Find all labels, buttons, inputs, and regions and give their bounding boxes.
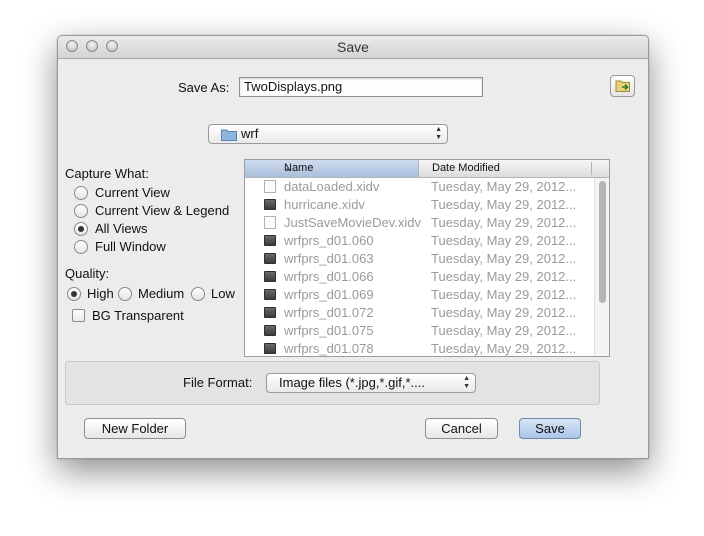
save-as-label: Save As: xyxy=(178,80,230,95)
file-format-popup[interactable]: Image files (*.jpg,*.gif,*.... ▲ ▼ xyxy=(266,373,476,393)
quality-option-label: Low xyxy=(211,286,235,301)
location-folder-name: wrf xyxy=(241,126,259,141)
file-name: wrfprs_d01.063 xyxy=(284,251,374,266)
file-name: dataLoaded.xidv xyxy=(284,179,380,194)
file-row[interactable]: wrfprs_d01.072 Tuesday, May 29, 2012... xyxy=(245,304,595,322)
quality-high-radio[interactable] xyxy=(67,287,81,301)
capture-current-view-legend-radio[interactable] xyxy=(74,204,88,218)
data-file-icon xyxy=(264,235,276,246)
file-row[interactable]: dataLoaded.xidv Tuesday, May 29, 2012... xyxy=(245,178,595,196)
sort-ascending-icon: ▲ xyxy=(284,164,292,173)
capture-current-view-radio[interactable] xyxy=(74,186,88,200)
date-modified-column-header[interactable]: Date Modified xyxy=(432,160,500,177)
cancel-button[interactable]: Cancel xyxy=(425,418,498,439)
file-browser-list[interactable]: Name ▲ Date Modified dataLoaded.xidv Tue… xyxy=(244,159,610,357)
file-row[interactable]: hurricane.xidv Tuesday, May 29, 2012... xyxy=(245,196,595,214)
document-icon xyxy=(264,216,276,229)
file-row[interactable]: JustSaveMovieDev.xidv Tuesday, May 29, 2… xyxy=(245,214,595,232)
data-file-icon xyxy=(264,307,276,318)
window-title: Save xyxy=(337,39,369,55)
save-button[interactable]: Save xyxy=(519,418,581,439)
popup-arrows-icon: ▲ ▼ xyxy=(435,126,442,141)
file-date: Tuesday, May 29, 2012... xyxy=(431,251,577,266)
data-file-icon xyxy=(264,253,276,264)
save-as-field[interactable]: TwoDisplays.png xyxy=(239,77,483,97)
file-row[interactable]: wrfprs_d01.066 Tuesday, May 29, 2012... xyxy=(245,268,595,286)
quality-low-radio[interactable] xyxy=(191,287,205,301)
data-file-icon xyxy=(264,343,276,354)
file-row[interactable]: wrfprs_d01.060 Tuesday, May 29, 2012... xyxy=(245,232,595,250)
bg-transparent-checkbox[interactable] xyxy=(72,309,85,322)
file-row[interactable]: wrfprs_d01.075 Tuesday, May 29, 2012... xyxy=(245,322,595,340)
file-date: Tuesday, May 29, 2012... xyxy=(431,233,577,248)
file-format-label: File Format: xyxy=(183,375,253,390)
file-list-scrollbar[interactable] xyxy=(594,178,609,356)
data-file-icon xyxy=(264,325,276,336)
file-date: Tuesday, May 29, 2012... xyxy=(431,287,577,302)
file-date: Tuesday, May 29, 2012... xyxy=(431,305,577,320)
file-row[interactable]: wrfprs_d01.069 Tuesday, May 29, 2012... xyxy=(245,286,595,304)
file-name: wrfprs_d01.072 xyxy=(284,305,374,320)
capture-option-label: Current View & Legend xyxy=(95,203,230,218)
file-row[interactable]: wrfprs_d01.078 Tuesday, May 29, 2012... xyxy=(245,340,595,356)
capture-option-label: Full Window xyxy=(95,239,166,254)
file-date: Tuesday, May 29, 2012... xyxy=(431,269,577,284)
file-name: wrfprs_d01.069 xyxy=(284,287,374,302)
quality-option-label: Medium xyxy=(138,286,185,301)
title-bar[interactable]: Save xyxy=(58,36,648,59)
file-name: wrfprs_d01.060 xyxy=(284,233,374,248)
data-file-icon xyxy=(264,289,276,300)
capture-full-window-radio[interactable] xyxy=(74,240,88,254)
scrollbar-thumb[interactable] xyxy=(599,181,606,303)
file-name: wrfprs_d01.078 xyxy=(284,341,374,356)
capture-option-label: All Views xyxy=(95,221,148,236)
column-divider xyxy=(591,162,592,175)
folder-icon xyxy=(221,129,237,141)
quality-option-label: High xyxy=(87,286,114,301)
file-format-value: Image files (*.jpg,*.gif,*.... xyxy=(279,375,425,390)
document-icon xyxy=(264,180,276,193)
capture-what-label: Capture What: xyxy=(65,166,149,181)
folder-arrow-icon xyxy=(615,80,630,92)
save-dialog: Save Save As: TwoDisplays.png wrf ▲ ▼ Cap… xyxy=(57,35,649,459)
file-name: JustSaveMovieDev.xidv xyxy=(284,215,422,230)
new-folder-icon-button[interactable] xyxy=(610,75,635,97)
capture-option-label: Current View xyxy=(95,185,170,200)
file-list-header: Name ▲ Date Modified xyxy=(245,160,609,178)
location-popup[interactable]: wrf ▲ ▼ xyxy=(208,124,448,144)
capture-all-views-radio[interactable] xyxy=(74,222,88,236)
file-name: wrfprs_d01.075 xyxy=(284,323,374,338)
file-date: Tuesday, May 29, 2012... xyxy=(431,341,577,356)
data-file-icon xyxy=(264,271,276,282)
name-column-header[interactable]: Name ▲ xyxy=(245,160,419,177)
file-date: Tuesday, May 29, 2012... xyxy=(431,197,577,212)
file-date: Tuesday, May 29, 2012... xyxy=(431,323,577,338)
file-date: Tuesday, May 29, 2012... xyxy=(431,179,577,194)
file-name: wrfprs_d01.066 xyxy=(284,269,374,284)
data-file-icon xyxy=(264,199,276,210)
new-folder-button[interactable]: New Folder xyxy=(84,418,186,439)
file-row[interactable]: wrfprs_d01.063 Tuesday, May 29, 2012... xyxy=(245,250,595,268)
file-format-panel: File Format: Image files (*.jpg,*.gif,*.… xyxy=(65,361,600,405)
file-date: Tuesday, May 29, 2012... xyxy=(431,215,577,230)
bg-transparent-label: BG Transparent xyxy=(92,308,184,323)
popup-arrows-icon: ▲ ▼ xyxy=(463,375,470,390)
file-name: hurricane.xidv xyxy=(284,197,365,212)
quality-label: Quality: xyxy=(65,266,110,281)
quality-medium-radio[interactable] xyxy=(118,287,132,301)
